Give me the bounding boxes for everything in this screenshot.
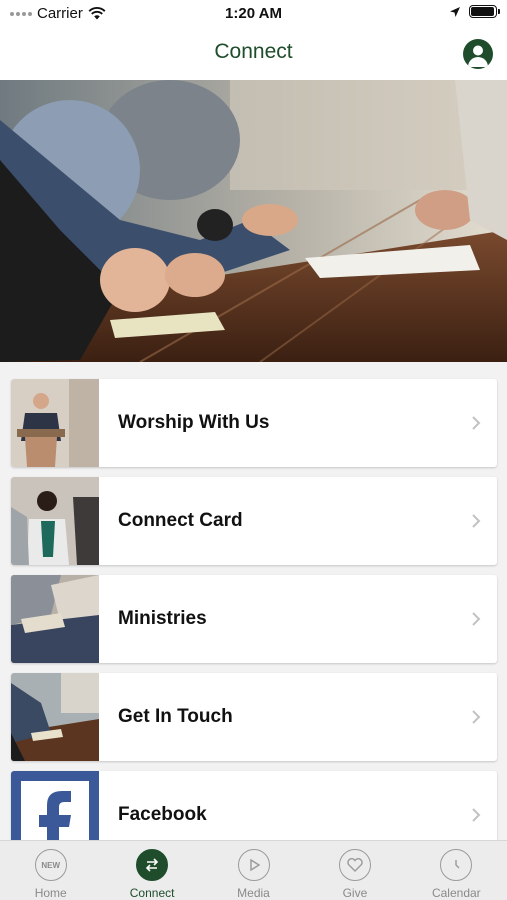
play-icon	[237, 849, 270, 881]
arrows-exchange-icon	[136, 849, 169, 881]
battery-level	[471, 7, 494, 16]
preacher-photo	[11, 379, 99, 467]
tab-bar: NEW Home Connect Media Give Calendar	[0, 840, 507, 900]
status-time: 1:20 AM	[225, 5, 282, 22]
chevron-right-icon	[472, 416, 481, 430]
new-badge-text: NEW	[41, 860, 61, 870]
list-item-label: Connect Card	[118, 510, 243, 531]
chevron-right-icon	[472, 710, 481, 724]
list-item-label: Worship With Us	[118, 412, 270, 433]
bible-study-photo	[11, 575, 99, 663]
group-table-photo	[11, 673, 99, 761]
tab-label: Calendar	[431, 886, 481, 900]
battery-icon	[469, 5, 500, 18]
status-bar: Carrier 1:20 AM	[0, 0, 507, 28]
list-item-get-in-touch[interactable]: Get In Touch	[11, 673, 497, 761]
chevron-right-icon	[472, 612, 481, 626]
list-item-label: Facebook	[118, 804, 207, 825]
chevron-right-icon	[472, 808, 481, 822]
list-item-label: Ministries	[118, 608, 207, 629]
heart-icon	[338, 849, 371, 881]
connect-list: Worship With Us Connect Card Ministries …	[0, 362, 507, 840]
list-item-worship-with-us[interactable]: Worship With Us	[11, 379, 497, 467]
tab-label: Give	[342, 886, 368, 900]
nav-bar: Connect	[0, 28, 507, 80]
tab-label: Media	[237, 886, 270, 900]
facebook-logo	[11, 771, 99, 840]
new-badge-icon: NEW	[34, 849, 67, 881]
meeting-photo	[0, 80, 507, 362]
chevron-right-icon	[472, 514, 481, 528]
clock-icon	[440, 849, 473, 881]
tab-home[interactable]: NEW Home	[0, 841, 101, 900]
list-item-ministries[interactable]: Ministries	[11, 575, 497, 663]
tab-calendar[interactable]: Calendar	[406, 841, 507, 900]
tab-connect[interactable]: Connect	[101, 841, 202, 900]
people-talking-photo	[11, 477, 99, 565]
tab-label: Connect	[129, 886, 175, 900]
tab-media[interactable]: Media	[203, 841, 304, 900]
list-item-connect-card[interactable]: Connect Card	[11, 477, 497, 565]
location-arrow-icon	[450, 6, 460, 17]
list-item-label: Get In Touch	[118, 706, 233, 727]
tab-label: Home	[34, 886, 67, 900]
hero-image	[0, 80, 507, 362]
page-title: Connect	[214, 40, 293, 63]
tab-give[interactable]: Give	[304, 841, 405, 900]
list-item-facebook[interactable]: Facebook	[11, 771, 497, 840]
person-icon	[468, 45, 488, 67]
profile-button[interactable]	[463, 39, 493, 69]
